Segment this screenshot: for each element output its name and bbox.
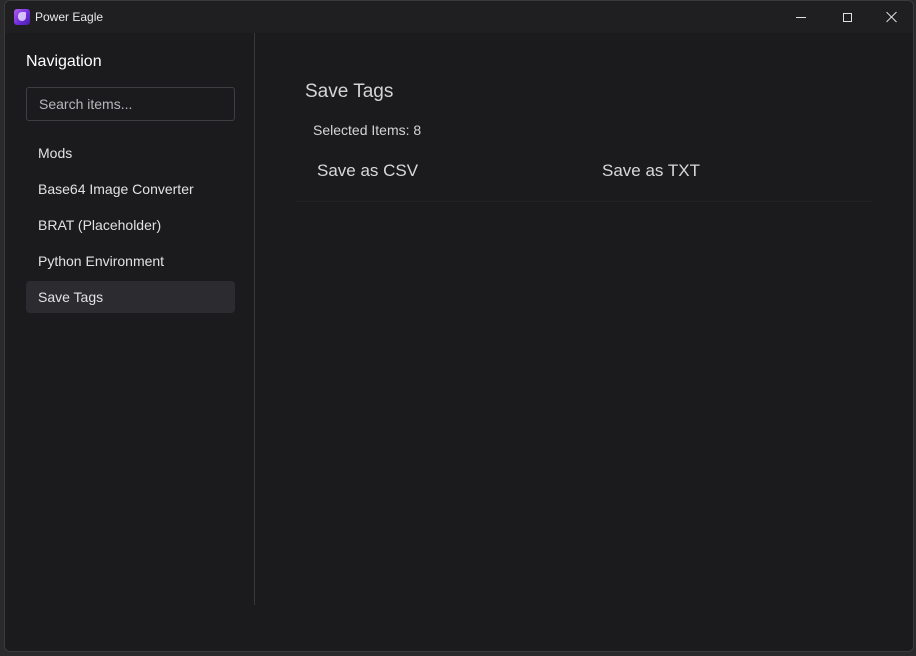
save-as-txt-button[interactable]: Save as TXT — [600, 161, 702, 181]
main-content: Save Tags Selected Items: 8 Save as CSV … — [255, 33, 913, 651]
app-window: Power Eagle Navigation Mods Base64 Image… — [4, 0, 914, 652]
navigation-heading: Navigation — [26, 53, 102, 70]
sidebar-item-brat[interactable]: BRAT (Placeholder) — [26, 209, 235, 241]
maximize-button[interactable] — [824, 1, 870, 33]
close-button[interactable] — [869, 1, 913, 33]
close-icon — [886, 11, 898, 23]
sidebar-item-base64-image-converter[interactable]: Base64 Image Converter — [26, 173, 235, 205]
minimize-icon — [796, 16, 806, 18]
sidebar-item-python-environment[interactable]: Python Environment — [26, 245, 235, 277]
sidebar-item-mods[interactable]: Mods — [26, 137, 235, 169]
minimize-button[interactable] — [778, 1, 824, 33]
nav-list: Mods Base64 Image Converter BRAT (Placeh… — [26, 137, 235, 317]
save-as-csv-button[interactable]: Save as CSV — [315, 161, 420, 181]
sidebar-item-save-tags[interactable]: Save Tags — [26, 281, 235, 313]
window-title: Power Eagle — [35, 10, 104, 24]
maximize-icon — [842, 12, 852, 22]
navigation-sidebar: Navigation Mods Base64 Image Converter B… — [5, 33, 255, 605]
title-bar[interactable]: Power Eagle — [5, 1, 913, 33]
search-input[interactable] — [26, 87, 235, 121]
app-logo-icon — [14, 9, 30, 25]
save-actions: Save as CSV Save as TXT — [295, 151, 873, 202]
page-title: Save Tags — [305, 81, 394, 102]
selected-items-count: Selected Items: 8 — [313, 122, 422, 138]
